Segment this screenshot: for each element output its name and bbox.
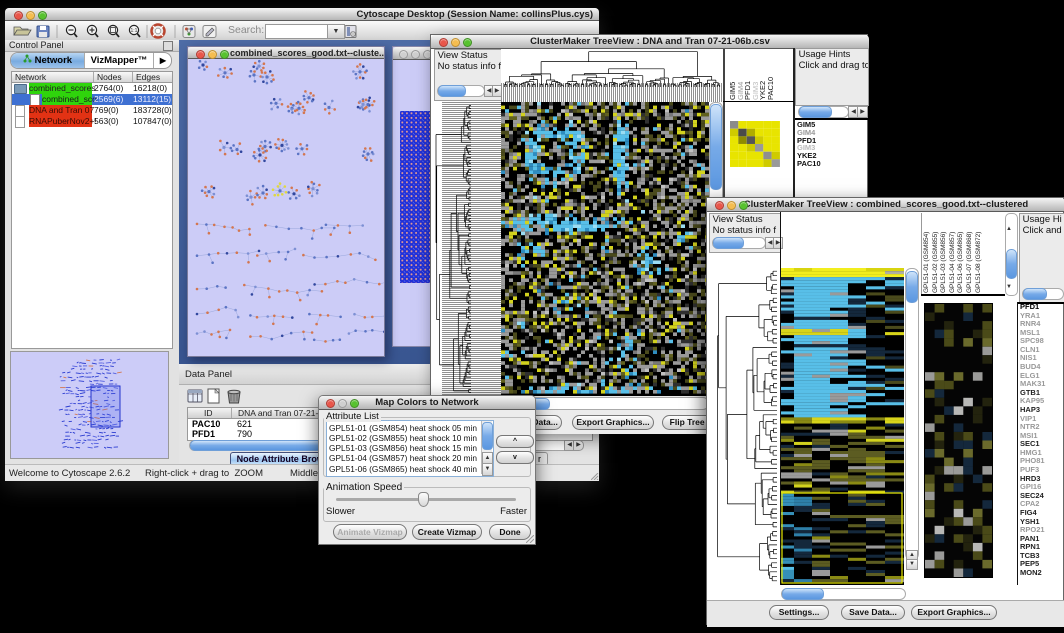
svg-text:1:1: 1:1 [131,28,138,34]
